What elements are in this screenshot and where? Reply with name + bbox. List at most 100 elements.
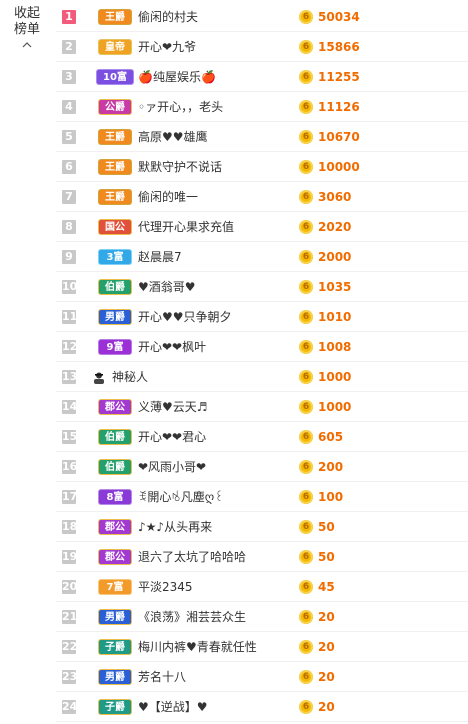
- contribution-score: 1035: [318, 279, 352, 294]
- contribution-score: 100: [318, 489, 344, 504]
- user-name[interactable]: 高原♥♥雄鹰: [138, 128, 208, 145]
- coin-icon: 6: [299, 189, 313, 204]
- rank-row[interactable]: 11 男爵 开心♥♥只争朝夕 6 1010: [56, 302, 468, 332]
- rank-number: 2: [62, 39, 76, 54]
- rank-row[interactable]: 15 伯爵 开心❤❤君心 6 605: [56, 422, 468, 452]
- rank-row[interactable]: 23 男爵 芳名十八 6 20: [56, 662, 468, 692]
- rank-number: 20: [62, 579, 78, 594]
- contribution-score: 2000: [318, 249, 352, 264]
- coin-icon: 6: [299, 249, 313, 264]
- rank-row[interactable]: 18 郡公 ♪★♪从头再来 6 50: [56, 512, 468, 542]
- rank-number: 5: [62, 129, 76, 144]
- rank-number: 6: [62, 159, 76, 174]
- user-name[interactable]: 义薄♥云天♬: [138, 398, 208, 415]
- user-name[interactable]: ❤风雨小哥❤: [138, 458, 206, 475]
- coin-icon: 6: [299, 129, 313, 144]
- rank-number: 19: [62, 549, 78, 564]
- rank-number: 18: [62, 519, 78, 534]
- level-badge: 男爵: [90, 307, 140, 327]
- rank-row[interactable]: 1 王爵 偷闲的村夫 6 50034: [56, 2, 468, 32]
- level-badge-label: 男爵: [98, 668, 132, 685]
- rank-row[interactable]: 5 王爵 高原♥♥雄鹰 6 10670: [56, 122, 468, 152]
- level-badge: 郡公: [90, 517, 140, 537]
- rank-list: 1 王爵 偷闲的村夫 6 50034 2 皇帝 开心❤九爷 6 15866 3 10富 🍎纯屋娱乐🍎 6 1…: [56, 2, 468, 722]
- coin-icon: 6: [299, 489, 313, 504]
- rank-row[interactable]: 21 男爵 《浪荡》湘芸芸众生 6 20: [56, 602, 468, 632]
- rank-row[interactable]: 19 郡公 退六了太坑了哈哈哈 6 50: [56, 542, 468, 572]
- coin-icon: 6: [299, 69, 313, 84]
- level-badge: 郡公: [90, 547, 140, 567]
- level-badge-label: 王爵: [98, 188, 132, 205]
- rank-number: 17: [62, 489, 78, 504]
- coin-icon: 6: [299, 609, 313, 624]
- rank-row[interactable]: 3 10富 🍎纯屋娱乐🍎 6 11255: [56, 62, 468, 92]
- contribution-score: 3060: [318, 189, 352, 204]
- user-name[interactable]: 偷闲的唯一: [138, 188, 198, 205]
- level-badge-label: 男爵: [98, 608, 132, 625]
- user-name[interactable]: 开心❤❤君心: [138, 428, 206, 445]
- user-name[interactable]: 《浪荡》湘芸芸众生: [138, 608, 246, 625]
- user-name[interactable]: 芳名十八: [138, 668, 186, 685]
- contribution-score: 1000: [318, 399, 352, 414]
- user-name[interactable]: ꉂ開心ꂚ凡塵ღ꒰: [138, 488, 224, 505]
- user-name[interactable]: ♥【逆战】♥: [138, 698, 208, 715]
- coin-icon: 6: [299, 519, 313, 534]
- user-name[interactable]: 平淡2345: [138, 578, 193, 595]
- rank-row[interactable]: 17 8富 ꉂ開心ꂚ凡塵ღ꒰ 6 100: [56, 482, 468, 512]
- collapse-rank-toggle[interactable]: 收起榜单: [6, 6, 48, 50]
- user-name[interactable]: ◦ァ开心，，老头: [138, 98, 223, 115]
- rank-number: 12: [62, 339, 78, 354]
- coin-icon: 6: [299, 699, 313, 714]
- contribution-score: 11255: [318, 69, 360, 84]
- coin-icon: 6: [299, 9, 313, 24]
- user-name[interactable]: 梅川内裤♥青春就任性: [138, 638, 257, 655]
- user-name[interactable]: ♪★♪从头再来: [138, 518, 212, 535]
- rank-row[interactable]: 4 公爵 ◦ァ开心，，老头 6 11126: [56, 92, 468, 122]
- rank-number: 9: [62, 249, 76, 264]
- level-badge: 子爵: [90, 697, 140, 717]
- rank-row[interactable]: 8 国公 代理开心果求充值 6 2020: [56, 212, 468, 242]
- user-name[interactable]: 偷闲的村夫: [138, 8, 198, 25]
- contribution-score: 50: [318, 519, 335, 534]
- coin-icon: 6: [299, 279, 313, 294]
- user-name[interactable]: 开心❤❤枫叶: [138, 338, 206, 355]
- contribution-score: 1008: [318, 339, 352, 354]
- rank-number: 13: [62, 369, 78, 384]
- rank-row[interactable]: 12 9富 开心❤❤枫叶 6 1008: [56, 332, 468, 362]
- coin-icon: 6: [299, 159, 313, 174]
- user-name[interactable]: 赵晨晨7: [138, 248, 182, 265]
- chevron-up-icon: [22, 42, 32, 48]
- level-badge: 王爵: [90, 157, 140, 177]
- contribution-score: 1010: [318, 309, 352, 324]
- rank-row[interactable]: 24 子爵 ♥【逆战】♥ 6 20: [56, 692, 468, 722]
- level-badge-label: 公爵: [98, 98, 132, 115]
- coin-icon: 6: [299, 549, 313, 564]
- rank-row[interactable]: 9 3富 赵晨晨7 6 2000: [56, 242, 468, 272]
- rank-row[interactable]: 13 神秘人 6 1000: [56, 362, 468, 392]
- contribution-score: 20: [318, 699, 335, 714]
- contribution-score: 15866: [318, 39, 360, 54]
- user-name[interactable]: ♥酒翁哥♥: [138, 278, 196, 295]
- level-badge-label: 伯爵: [98, 428, 132, 445]
- rank-row[interactable]: 10 伯爵 ♥酒翁哥♥ 6 1035: [56, 272, 468, 302]
- user-name[interactable]: 默默守护不说话: [138, 158, 222, 175]
- rank-row[interactable]: 14 郡公 义薄♥云天♬ 6 1000: [56, 392, 468, 422]
- contribution-score: 1000: [318, 369, 352, 384]
- level-badge: 男爵: [90, 607, 140, 627]
- rank-row[interactable]: 2 皇帝 开心❤九爷 6 15866: [56, 32, 468, 62]
- user-name[interactable]: 退六了太坑了哈哈哈: [138, 548, 246, 565]
- rank-row[interactable]: 16 伯爵 ❤风雨小哥❤ 6 200: [56, 452, 468, 482]
- rank-row[interactable]: 20 7富 平淡2345 6 45: [56, 572, 468, 602]
- user-name[interactable]: 代理开心果求充值: [138, 218, 234, 235]
- rank-row[interactable]: 6 王爵 默默守护不说话 6 10000: [56, 152, 468, 182]
- level-badge: 王爵: [90, 127, 140, 147]
- user-name[interactable]: 神秘人: [112, 368, 148, 385]
- user-name[interactable]: 开心❤九爷: [138, 38, 196, 55]
- level-badge-label: 7富: [98, 578, 132, 595]
- rank-row[interactable]: 7 王爵 偷闲的唯一 6 3060: [56, 182, 468, 212]
- level-badge-label: 王爵: [98, 8, 132, 25]
- rank-row[interactable]: 22 子爵 梅川内裤♥青春就任性 6 20: [56, 632, 468, 662]
- level-badge-label: 伯爵: [98, 278, 132, 295]
- user-name[interactable]: 🍎纯屋娱乐🍎: [138, 68, 216, 85]
- user-name[interactable]: 开心♥♥只争朝夕: [138, 308, 232, 325]
